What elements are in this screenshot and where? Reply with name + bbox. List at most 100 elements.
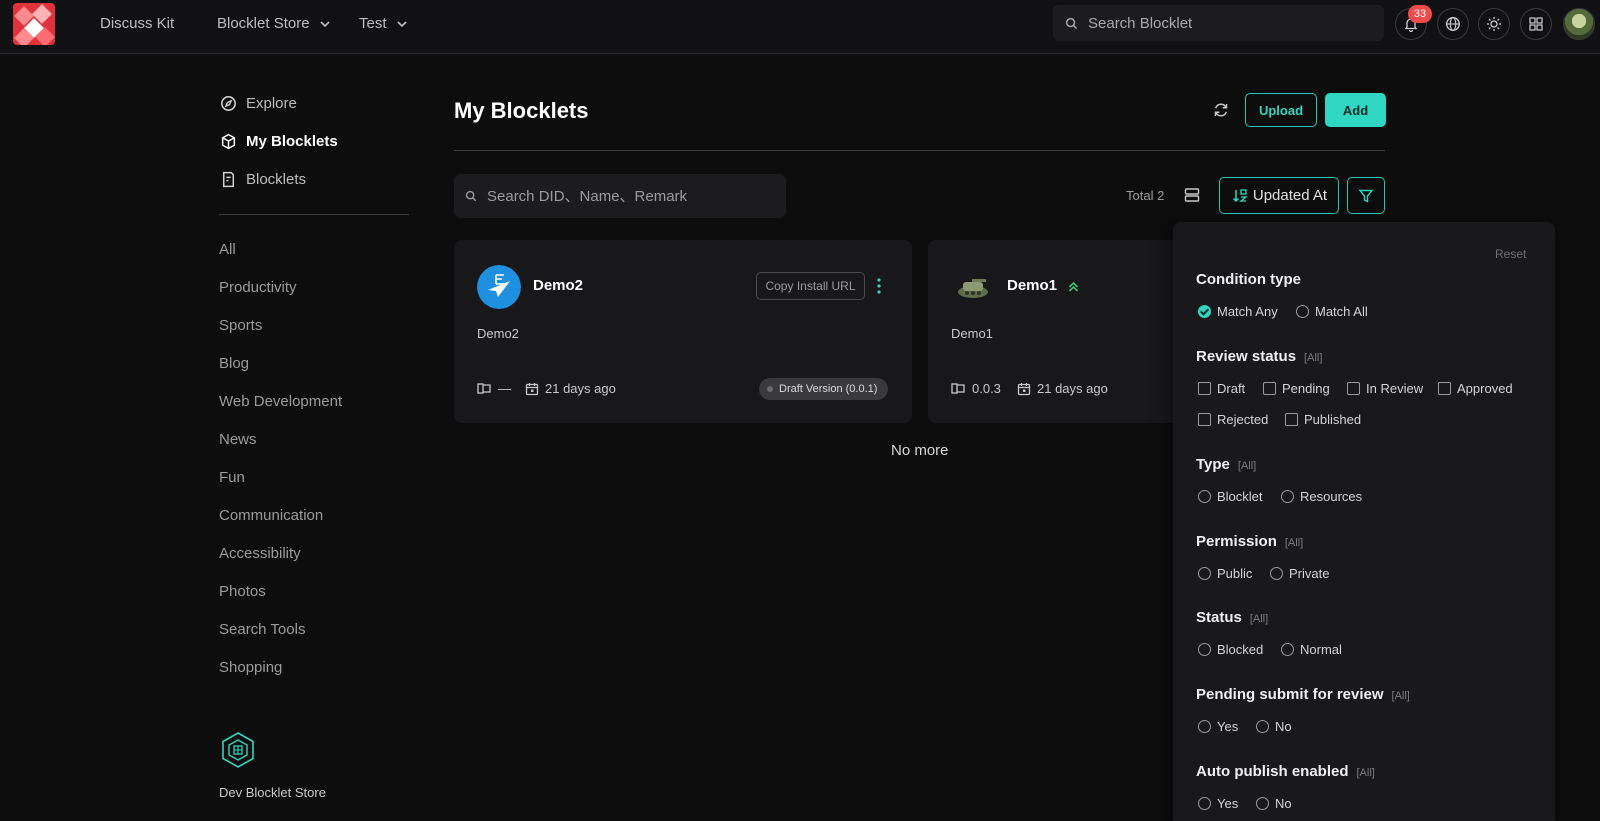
apps-icon bbox=[1529, 17, 1543, 31]
category-web-development[interactable]: Web Development bbox=[219, 393, 342, 410]
main-divider bbox=[454, 150, 1385, 151]
section-title-text: Permission bbox=[1196, 533, 1277, 550]
total-count: Total 2 bbox=[1126, 188, 1165, 203]
chevron-down-icon bbox=[319, 20, 330, 27]
nav-blocklet-store[interactable]: Blocklet Store bbox=[217, 15, 332, 32]
type-blocklet-radio[interactable]: Blocklet bbox=[1198, 489, 1263, 504]
option-label: Draft bbox=[1217, 381, 1246, 396]
auto-publish-yes-radio[interactable]: Yes bbox=[1198, 796, 1238, 811]
copy-install-url-button[interactable]: Copy Install URL bbox=[756, 272, 865, 300]
auto-publish-title: Auto publish enabled [All] bbox=[1196, 763, 1375, 780]
radio-checked-icon bbox=[1198, 305, 1211, 318]
category-news[interactable]: News bbox=[219, 431, 257, 448]
theme-toggle-button[interactable] bbox=[1478, 8, 1510, 40]
radio-icon bbox=[1198, 720, 1211, 733]
more-options-icon[interactable] bbox=[875, 276, 883, 296]
review-pending-checkbox[interactable]: Pending bbox=[1263, 381, 1330, 396]
match-any-radio[interactable]: Match Any bbox=[1198, 304, 1278, 319]
condition-type-title: Condition type bbox=[1196, 271, 1301, 288]
dev-store-label: Dev Blocklet Store bbox=[219, 785, 326, 800]
review-in-review-checkbox[interactable]: In Review bbox=[1347, 381, 1423, 396]
section-title-text: Type bbox=[1196, 456, 1230, 473]
category-sports[interactable]: Sports bbox=[219, 317, 262, 334]
search-icon bbox=[1065, 17, 1078, 29]
blocklet-search-input[interactable] bbox=[487, 187, 777, 205]
category-communication[interactable]: Communication bbox=[219, 507, 323, 524]
nav-test-label: Test bbox=[359, 15, 387, 32]
brand-logo[interactable] bbox=[13, 3, 55, 45]
status-normal-radio[interactable]: Normal bbox=[1281, 642, 1342, 657]
checkbox-icon bbox=[1285, 413, 1298, 426]
filter-button[interactable] bbox=[1347, 177, 1385, 214]
sidebar-item-my-blocklets[interactable]: My Blocklets bbox=[220, 133, 338, 150]
option-label: Match Any bbox=[1217, 304, 1278, 319]
pending-submit-yes-radio[interactable]: Yes bbox=[1198, 719, 1238, 734]
option-label: Yes bbox=[1217, 719, 1239, 734]
chevron-down-icon bbox=[396, 20, 407, 27]
blocklet-card-demo2[interactable]: Demo2 Copy Install URL Demo2 — 21 days a… bbox=[454, 240, 912, 423]
sidebar-item-label: Blocklets bbox=[246, 171, 307, 188]
upload-button[interactable]: Upload bbox=[1245, 93, 1317, 127]
add-button[interactable]: Add bbox=[1325, 93, 1386, 127]
sidebar-item-explore[interactable]: Explore bbox=[220, 95, 297, 112]
card-updated-value: 21 days ago bbox=[545, 381, 616, 396]
filter-icon bbox=[1358, 189, 1374, 203]
nav-discuss-kit[interactable]: Discuss Kit bbox=[100, 15, 174, 32]
permission-private-radio[interactable]: Private bbox=[1270, 566, 1329, 581]
nav-blocklet-store-label: Blocklet Store bbox=[217, 15, 310, 32]
permission-title: Permission [All] bbox=[1196, 533, 1303, 550]
radio-icon bbox=[1281, 643, 1294, 656]
page-title: My Blocklets bbox=[454, 98, 589, 123]
nav-test[interactable]: Test bbox=[359, 15, 409, 32]
category-productivity[interactable]: Productivity bbox=[219, 279, 297, 296]
cube-icon bbox=[221, 133, 236, 150]
type-resources-radio[interactable]: Resources bbox=[1281, 489, 1362, 504]
card-version-value: 0.0.3 bbox=[972, 381, 1001, 396]
card-updated: 21 days ago bbox=[525, 381, 616, 396]
category-blog[interactable]: Blog bbox=[219, 355, 249, 372]
global-search-input[interactable] bbox=[1088, 14, 1368, 32]
radio-icon bbox=[1270, 567, 1283, 580]
review-approved-checkbox[interactable]: Approved bbox=[1438, 381, 1513, 396]
category-photos[interactable]: Photos bbox=[219, 583, 266, 600]
sort-label: Updated At bbox=[1252, 187, 1328, 204]
document-icon bbox=[222, 171, 235, 188]
auto-publish-no-radio[interactable]: No bbox=[1256, 796, 1292, 811]
radio-icon bbox=[1296, 305, 1309, 318]
apps-button[interactable] bbox=[1520, 8, 1552, 40]
sidebar-item-label: My Blocklets bbox=[246, 133, 338, 150]
user-avatar[interactable] bbox=[1563, 8, 1595, 40]
category-shopping[interactable]: Shopping bbox=[219, 659, 282, 676]
category-fun[interactable]: Fun bbox=[219, 469, 245, 486]
section-title-text: Auto publish enabled bbox=[1196, 763, 1349, 780]
reset-filter-button[interactable]: Reset bbox=[1495, 247, 1526, 261]
match-all-radio[interactable]: Match All bbox=[1296, 304, 1368, 319]
calendar-icon bbox=[525, 382, 539, 395]
review-published-checkbox[interactable]: Published bbox=[1285, 412, 1361, 427]
pending-submit-no-radio[interactable]: No bbox=[1256, 719, 1292, 734]
refresh-icon[interactable] bbox=[1212, 101, 1230, 119]
review-draft-checkbox[interactable]: Draft bbox=[1198, 381, 1245, 396]
sidebar-divider bbox=[219, 214, 409, 215]
radio-icon bbox=[1198, 643, 1211, 656]
sidebar-item-blocklets[interactable]: Blocklets bbox=[220, 171, 306, 188]
permission-public-radio[interactable]: Public bbox=[1198, 566, 1252, 581]
list-view-icon[interactable] bbox=[1183, 186, 1201, 204]
sort-icon bbox=[1232, 188, 1248, 202]
card-version: 0.0.3 bbox=[951, 381, 1001, 396]
option-label: Normal bbox=[1300, 642, 1342, 657]
status-blocked-radio[interactable]: Blocked bbox=[1198, 642, 1263, 657]
language-button[interactable] bbox=[1437, 8, 1469, 40]
card-updated: 21 days ago bbox=[1017, 381, 1108, 396]
option-label: Private bbox=[1289, 566, 1330, 581]
compass-icon bbox=[221, 96, 236, 111]
sort-button[interactable]: Updated At bbox=[1219, 177, 1339, 214]
option-label: Published bbox=[1304, 412, 1362, 427]
review-rejected-checkbox[interactable]: Rejected bbox=[1198, 412, 1268, 427]
blocklet-search bbox=[454, 174, 786, 218]
category-all[interactable]: All bbox=[219, 241, 236, 258]
section-title-text: Status bbox=[1196, 609, 1242, 626]
pending-submit-title: Pending submit for review [All] bbox=[1196, 686, 1410, 703]
category-search-tools[interactable]: Search Tools bbox=[219, 621, 305, 638]
category-accessibility[interactable]: Accessibility bbox=[219, 545, 301, 562]
